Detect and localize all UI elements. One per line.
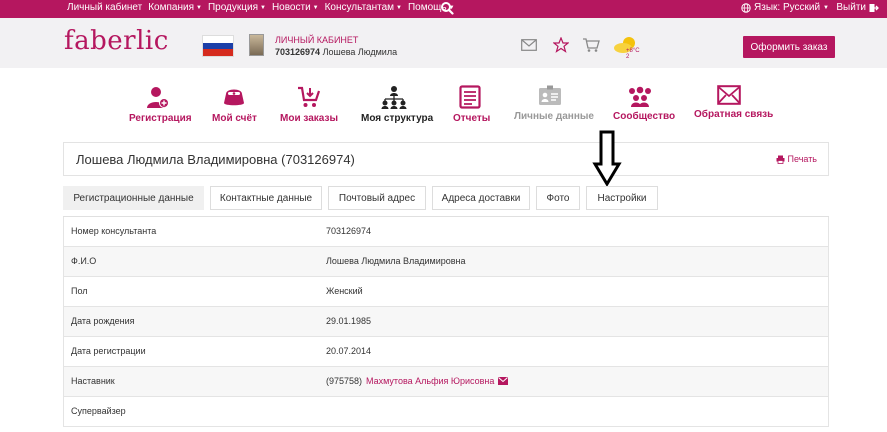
row-value: 20.07.2014 <box>326 346 372 356</box>
row-label: Дата рождения <box>71 316 135 326</box>
row-value: Женский <box>326 286 363 296</box>
account-title[interactable]: ЛИЧНЫЙ КАБИНЕТ <box>275 35 358 45</box>
row-label: Ф.И.О <box>71 256 97 266</box>
star-icon[interactable] <box>553 37 569 53</box>
row-label: Наставник <box>71 376 115 386</box>
row-value: (975758) Махмутова Альфия Юрисовна <box>326 376 509 386</box>
row-label: Дата регистрации <box>71 346 146 356</box>
top-menu-item-company[interactable]: Компания ▼ <box>148 2 202 13</box>
faberlic-logo[interactable]: faberlic <box>64 26 169 56</box>
tab-photo[interactable]: Фото <box>536 186 580 210</box>
community-icon <box>629 86 651 107</box>
language-selector[interactable]: Язык: Русский ▼ <box>741 2 829 13</box>
tab-settings[interactable]: Настройки <box>586 186 658 210</box>
cart-icon[interactable] <box>582 37 600 53</box>
nav-reports[interactable]: Отчеты <box>453 85 490 124</box>
logout-link[interactable]: Выйти <box>836 2 879 13</box>
top-menu-item-consultants[interactable]: Консультантам ▼ <box>325 2 402 13</box>
cart-icon <box>298 86 321 107</box>
nav-feedback[interactable]: Обратная связь <box>694 85 773 120</box>
logout-icon <box>869 3 879 12</box>
tab-contact-data[interactable]: Контактные данные <box>210 186 322 210</box>
mail-icon[interactable] <box>498 377 509 385</box>
wallet-icon <box>224 89 244 106</box>
table-row: Дата рождения 29.01.1985 <box>63 307 829 337</box>
envelope-icon <box>717 85 741 105</box>
report-icon <box>459 85 481 109</box>
row-label: Супервайзер <box>71 406 126 416</box>
tab-postal-address[interactable]: Почтовый адрес <box>328 186 426 210</box>
caret-down-icon: ▼ <box>196 4 202 11</box>
row-value: Лошева Людмила Владимировна <box>326 256 466 266</box>
table-row: Номер консультанта 703126974 <box>63 217 829 247</box>
globe-icon <box>741 2 751 13</box>
caret-down-icon: ▼ <box>312 4 319 11</box>
caret-down-icon: ▼ <box>823 4 829 11</box>
avatar[interactable] <box>249 34 264 56</box>
add-person-icon <box>147 87 169 108</box>
table-row: Дата регистрации 20.07.2014 <box>63 337 829 367</box>
down-arrow-annotation <box>592 130 622 186</box>
print-button[interactable]: Печать <box>776 154 817 164</box>
id-card-icon <box>539 85 561 105</box>
structure-icon <box>381 86 407 109</box>
account-user: 703126974 Лошева Людмила <box>275 47 398 57</box>
tab-delivery-addresses[interactable]: Адреса доставки <box>432 186 530 210</box>
row-value: 703126974 <box>326 226 372 236</box>
table-row: Ф.И.О Лошева Людмила Владимировна <box>63 247 829 277</box>
row-label: Номер консультанта <box>71 226 157 236</box>
profile-header: Лошева Людмила Владимировна (703126974) … <box>63 142 829 176</box>
nav-registration[interactable]: Регистрация <box>129 85 192 124</box>
mail-icon[interactable] <box>521 39 537 51</box>
site-header: faberlic ЛИЧНЫЙ КАБИНЕТ 703126974 Лошева… <box>0 18 887 68</box>
tab-registration-data[interactable]: Регистрационные данные <box>63 186 204 210</box>
caret-down-icon: ▼ <box>396 4 402 11</box>
nav-my-account[interactable]: Мой счёт <box>212 85 257 124</box>
row-label: Пол <box>71 286 88 296</box>
table-row: Супервайзер <box>63 397 829 427</box>
mentor-link[interactable]: Махмутова Альфия Юрисовна <box>366 376 494 386</box>
top-navigation-bar: Личный кабинет Компания ▼ Продукция ▼ Ново… <box>0 0 887 18</box>
top-menu-item-cabinet[interactable]: Личный кабинет <box>67 2 142 13</box>
section-navigation: Регистрация Мой счёт Мои заказы Моя стру… <box>0 85 887 135</box>
caret-down-icon: ▼ <box>259 4 266 11</box>
registration-data-table: Номер консультанта 703126974 Ф.И.О Лошев… <box>63 216 829 427</box>
profile-full-name: Лошева Людмила Владимировна (703126974) <box>76 152 355 167</box>
row-value: 29.01.1985 <box>326 316 372 326</box>
russia-flag-icon[interactable] <box>202 35 234 57</box>
nav-community[interactable]: Сообщество <box>613 85 675 122</box>
search-icon[interactable] <box>440 0 454 16</box>
table-row: Наставник (975758) Махмутова Альфия Юрис… <box>63 367 829 397</box>
top-menu: Личный кабинет Компания ▼ Продукция ▼ Ново… <box>67 2 455 13</box>
nav-my-orders[interactable]: Мои заказы <box>280 85 338 124</box>
top-menu-item-products[interactable]: Продукция ▼ <box>208 2 266 13</box>
place-order-button[interactable]: Оформить заказ <box>743 36 835 58</box>
nav-my-structure[interactable]: Моя структура <box>361 85 433 124</box>
nav-personal-data[interactable]: Личные данные <box>514 85 594 122</box>
printer-icon <box>776 155 785 164</box>
table-row: Пол Женский <box>63 277 829 307</box>
weather-widget[interactable]: +8°С 2 <box>612 35 644 60</box>
top-menu-item-news[interactable]: Новости ▼ <box>272 2 319 13</box>
